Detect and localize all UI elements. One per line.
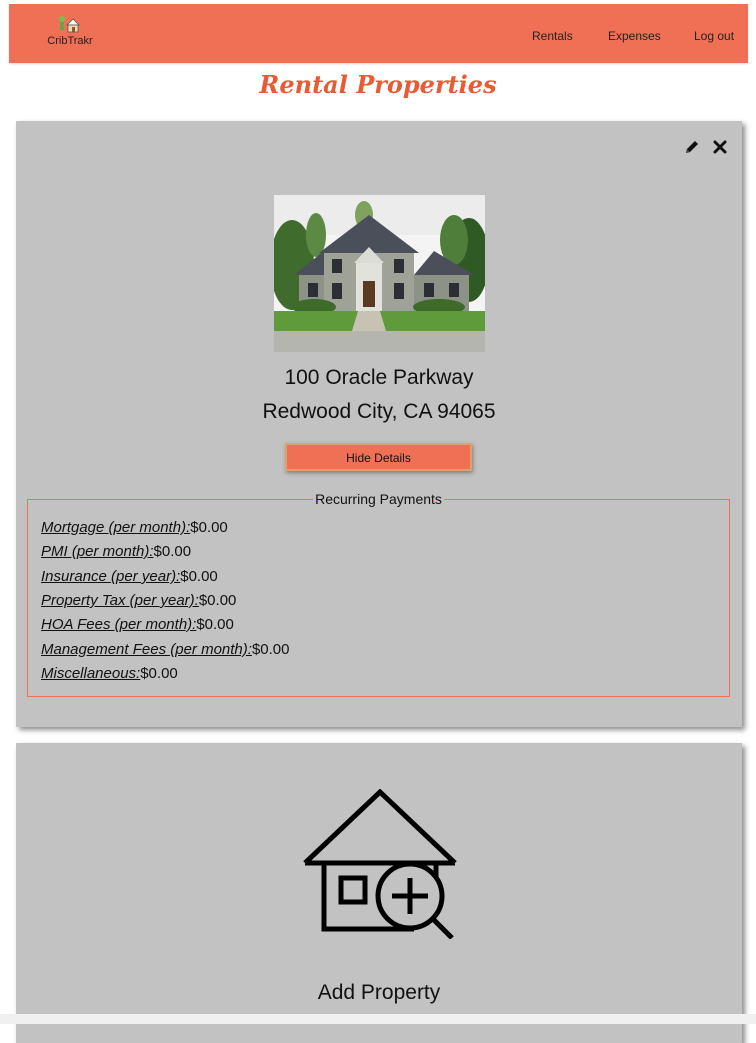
property-card: 100 Oracle Parkway Redwood City, CA 9406…	[16, 121, 742, 727]
payment-label[interactable]: Miscellaneous:	[41, 665, 140, 682]
brand-name: CribTrakr	[47, 35, 93, 47]
payment-row-insurance: Insurance (per year):$0.00	[41, 568, 218, 585]
payment-label[interactable]: PMI (per month):	[41, 543, 154, 560]
page-title: Rental Properties	[259, 70, 497, 99]
payment-row-management-fees: Management Fees (per month):$0.00	[41, 641, 289, 658]
house-add-icon[interactable]	[302, 789, 458, 939]
close-icon[interactable]	[712, 139, 728, 155]
nav-rentals-link[interactable]: Rentals	[532, 29, 573, 43]
payment-value: $0.00	[180, 568, 218, 585]
payment-label[interactable]: Mortgage (per month):	[41, 519, 190, 536]
brand-logo[interactable]: CribTrakr	[45, 16, 95, 47]
payment-value: $0.00	[196, 616, 234, 633]
payment-value: $0.00	[198, 592, 237, 609]
add-property-label[interactable]: Add Property	[16, 981, 742, 1005]
hide-details-button[interactable]: Hide Details	[285, 443, 472, 471]
house-logo-icon	[59, 16, 80, 33]
property-photo	[274, 195, 485, 352]
address-line2: Redwood City, CA 94065	[262, 400, 496, 423]
payment-row-miscellaneous: Miscellaneous:$0.00	[41, 665, 178, 682]
nav-expenses-link[interactable]: Expenses	[608, 29, 661, 43]
payment-label[interactable]: Insurance (per year):	[41, 568, 180, 585]
nav-logout-link[interactable]: Log out	[694, 29, 734, 43]
recurring-payments-legend: Recurring Payments	[313, 491, 444, 507]
navbar: CribTrakr Rentals Expenses Log out	[9, 4, 748, 63]
payment-value: $0.00	[251, 641, 290, 658]
payment-value: $0.00	[140, 665, 178, 682]
payment-value: $0.00	[153, 543, 192, 560]
pencil-icon[interactable]	[684, 139, 700, 155]
payment-label[interactable]: Property Tax (per year):	[41, 592, 199, 609]
recurring-payments-fieldset: Recurring Payments Mortgage (per month):…	[27, 491, 730, 697]
payment-label[interactable]: Management Fees (per month):	[41, 641, 252, 658]
add-property-card[interactable]: Add Property	[16, 743, 742, 1043]
payment-value: $0.00	[190, 519, 228, 536]
payment-row-mortgage: Mortgage (per month):$0.00	[41, 519, 228, 536]
bottom-scroll-strip	[0, 1014, 756, 1024]
payment-row-hoa-fees: HOA Fees (per month):$0.00	[41, 616, 234, 633]
payment-row-property-tax: Property Tax (per year):$0.00	[41, 592, 236, 609]
address-line1: 100 Oracle Parkway	[284, 366, 474, 389]
payment-row-pmi: PMI (per month):$0.00	[41, 543, 191, 560]
payment-label[interactable]: HOA Fees (per month):	[41, 616, 196, 633]
